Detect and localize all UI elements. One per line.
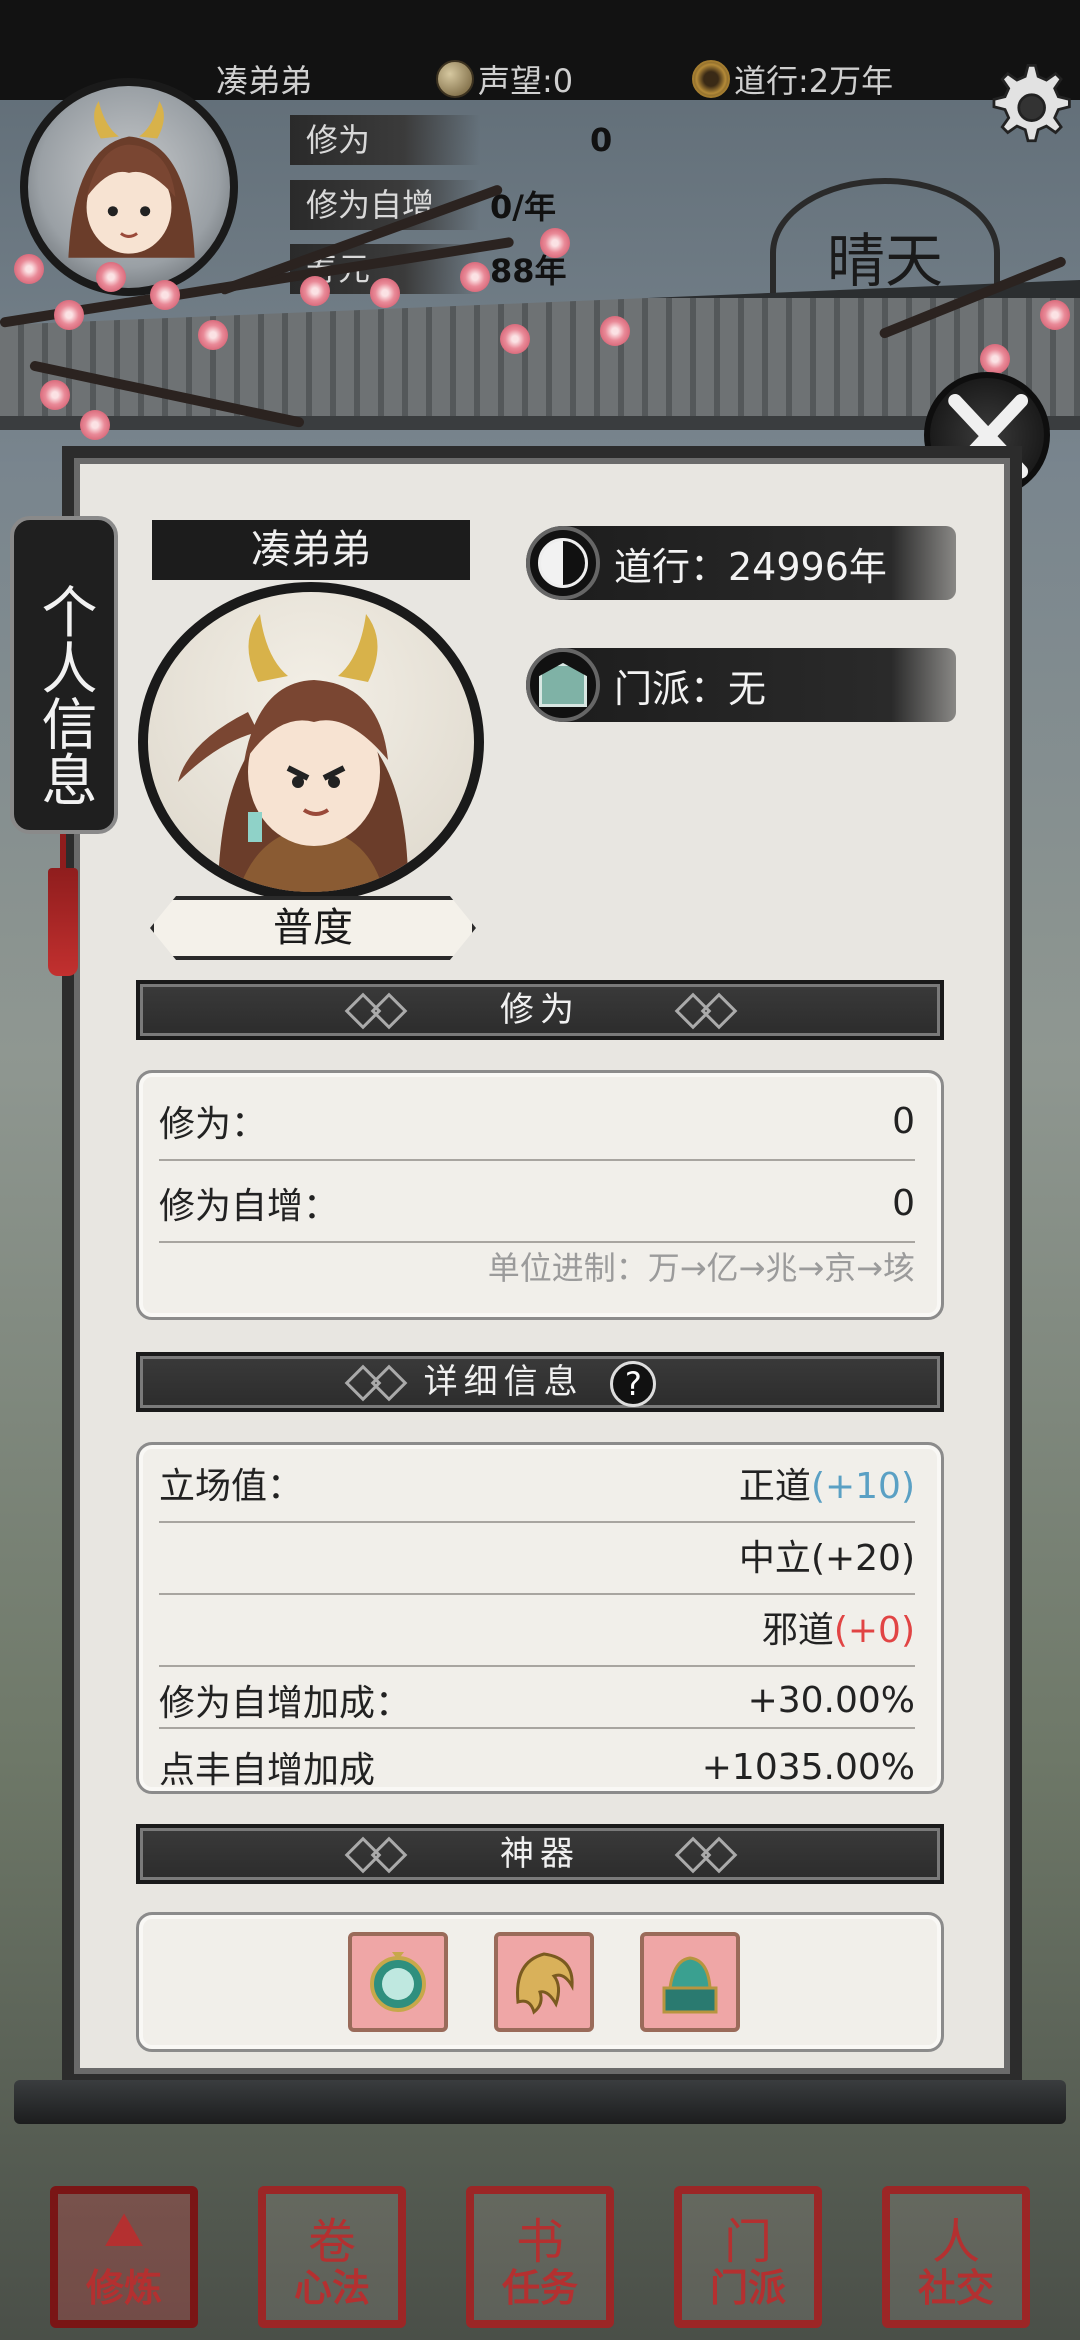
nav-label: 门派 [709,2265,786,2310]
nav-label: 心法 [293,2265,370,2310]
sect-gate-icon [526,648,600,722]
seal-relic-icon[interactable] [640,1932,740,2032]
nav-tasks-button[interactable]: 书 任务 [466,2186,614,2328]
dao-info: 道行：24996年 [526,526,956,600]
tassel-decoration [48,868,78,976]
rank-label: 普度 [150,896,476,960]
header-stat-label: 修为 [290,115,480,165]
cultivation-growth-row: 修为自增： 0 [159,1165,915,1243]
nav-sect-button[interactable]: 门 门派 [674,2186,822,2328]
stance-row-evil: 邪道(+0) [159,1589,915,1667]
row-label: 修为自增： [159,1186,340,1227]
section-title: 详细信息 [423,1362,584,1402]
nav-social-button[interactable]: 人 社交 [882,2186,1030,2328]
section-header-cultivation: 修为 [136,980,944,1040]
nav-label: 任务 [501,2265,578,2310]
stance-bonus: (+20) [810,1538,915,1579]
unit-scale-note: 单位进制：万→亿→兆→京→垓 [487,1249,915,1287]
stance-name: 正道 [738,1466,811,1507]
section-header-details: 详细信息 ? [136,1352,944,1412]
row-value: 0 [892,1100,915,1142]
cultivation-row: 修为： 0 [159,1083,915,1161]
dao-line: 道行：24996年 [614,544,887,589]
settings-gear-icon[interactable] [982,58,1074,150]
nav-label: 社交 [917,2265,994,2310]
dao-text: 道行:2万年 [734,62,894,100]
sect-line: 门派：无 [614,666,767,711]
sect-info: 门派：无 [526,648,956,722]
partial-bonus-row: 点丰自增加成 +1035.00% [159,1727,915,1791]
growth-label: 修为自增加成： [159,1683,412,1724]
player-avatar[interactable] [20,78,238,296]
stance-name: 邪道 [761,1610,834,1651]
stance-name: 中立 [738,1538,811,1579]
growth-value: +30.00% [747,1679,915,1721]
stance-label: 立场值： [159,1466,304,1507]
header-stat-growth: 修为自增 0/年 [290,180,556,230]
partial-value: +1035.00% [701,1746,915,1788]
tab-personal-info[interactable]: 个人信息 [10,516,118,834]
character-portrait [138,582,484,902]
taiji-icon [526,526,600,600]
scroll-rod [14,2080,1066,2124]
character-name: 凑弟弟 [152,520,470,580]
player-name: 凑弟弟 [216,62,313,100]
header-stat-value: 0 [590,121,613,159]
mirror-relic-icon[interactable] [348,1932,448,2032]
section-header-artifacts: 神器 [136,1824,944,1884]
cultivate-icon: ⛰ [103,2202,145,2258]
details-box[interactable]: 立场值： 正道(+10) 中立(+20) 邪道(+0) 修为自增加成： +30.… [136,1442,944,1794]
dao-stat: 道行:2万年 [692,56,893,102]
nav-methods-button[interactable]: 卷 心法 [258,2186,406,2328]
header-stat-cultivation: 修为 0 [290,115,612,165]
dao-coin-icon [692,60,730,98]
fame-coin-icon [436,60,474,98]
row-label: 修为： [159,1104,268,1145]
row-value: 0 [892,1182,915,1224]
cultivation-box: 修为： 0 修为自增： 0 单位进制：万→亿→兆→京→垓 [136,1070,944,1320]
help-icon[interactable]: ? [610,1360,657,1407]
partial-label: 点丰自增加成 [159,1750,376,1791]
stance-bonus: (+10) [810,1466,915,1507]
stance-row-righteous: 立场值： 正道(+10) [159,1445,915,1523]
nav-cultivate-button[interactable]: ⛰ 修炼 [50,2186,198,2328]
stance-bonus: (+0) [833,1610,915,1651]
claw-relic-icon[interactable] [494,1932,594,2032]
stance-row-neutral: 中立(+20) [159,1517,915,1595]
fame-text: 声望:0 [478,62,574,100]
fame-stat: 声望:0 [436,56,573,102]
section-title: 神器 [500,1834,580,1874]
avatar-character-icon [68,101,195,258]
section-title: 修为 [500,990,580,1030]
nav-label: 修炼 [85,2265,162,2310]
character-portrait-icon [178,614,409,892]
